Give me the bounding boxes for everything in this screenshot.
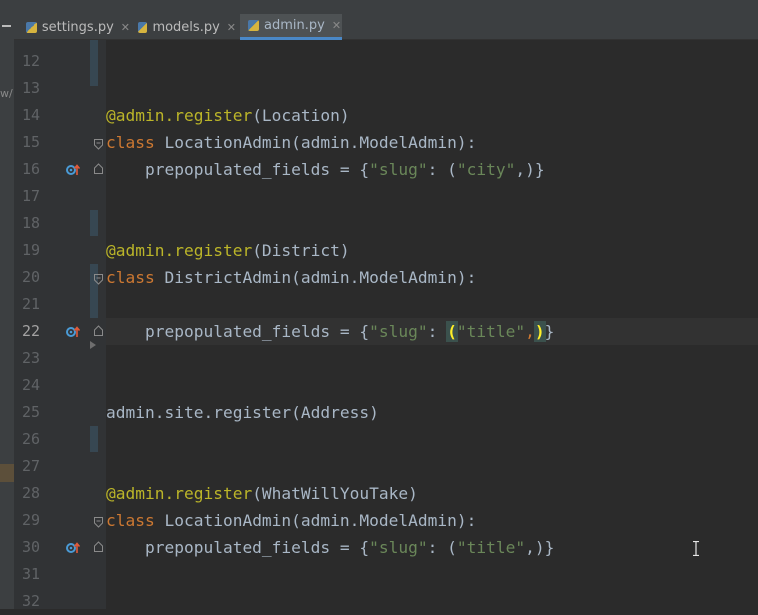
change-marker[interactable]: [90, 264, 98, 318]
keyword: class: [106, 133, 155, 152]
tab-label: settings.py: [41, 19, 114, 35]
code-text: (Location): [252, 106, 350, 125]
line-number: 18: [21, 214, 40, 232]
line-number: 30: [21, 538, 40, 556]
tab-admin-py[interactable]: admin.py ✕: [240, 14, 342, 40]
override-method-icon[interactable]: [66, 324, 80, 338]
code-text: ,)}: [515, 160, 545, 179]
line-number: 27: [21, 457, 40, 475]
code-text: prepopulated_fields = {: [106, 322, 370, 341]
override-method-icon[interactable]: [66, 162, 80, 176]
fold-marker-icon[interactable]: [94, 139, 103, 150]
string-literal: "title": [456, 322, 526, 341]
code-text: ,)}: [525, 538, 555, 557]
code-text: prepopulated_fields = {: [106, 538, 370, 557]
tab-settings-py[interactable]: settings.py ✕: [18, 14, 130, 40]
line-number: 12: [21, 52, 40, 70]
code-text: admin.site.register(Address): [106, 403, 379, 422]
string-literal: "slug": [369, 538, 428, 557]
change-marker[interactable]: [90, 426, 98, 452]
change-marker[interactable]: [90, 40, 98, 86]
code-text: prepopulated_fields = {: [106, 160, 370, 179]
tab-models-py[interactable]: models.py ✕: [132, 14, 236, 40]
code-text: LocationAdmin(admin.ModelAdmin):: [154, 133, 477, 152]
line-number: 26: [21, 430, 40, 448]
project-path-fragment: w/: [0, 87, 13, 100]
line-number: 15: [21, 133, 40, 151]
string-literal: "city": [456, 160, 516, 179]
line-number: 16: [21, 160, 40, 178]
code-text: DistrictAdmin(admin.ModelAdmin):: [154, 268, 477, 287]
string-literal: "slug": [369, 160, 428, 179]
fold-marker-icon[interactable]: [94, 325, 103, 336]
code-line-29[interactable]: class LocationAdmin(admin.ModelAdmin):: [106, 507, 476, 534]
code-text: :: [427, 322, 448, 341]
code-line-22[interactable]: prepopulated_fields = {"slug": ("title",…: [106, 318, 554, 345]
code-line-16[interactable]: prepopulated_fields = {"slug": ("city",)…: [106, 156, 545, 183]
line-number: 20: [21, 268, 40, 286]
line-number: 19: [21, 241, 40, 259]
code-line-15[interactable]: class LocationAdmin(admin.ModelAdmin):: [106, 129, 476, 156]
keyword: class: [106, 511, 155, 530]
change-marker[interactable]: [90, 210, 98, 236]
code-line-25[interactable]: admin.site.register(Address): [106, 399, 379, 426]
python-file-icon: [248, 20, 259, 31]
comma: ,: [525, 322, 535, 341]
fold-marker-icon[interactable]: [94, 163, 103, 174]
line-number: 21: [21, 295, 40, 313]
code-line-20[interactable]: class DistrictAdmin(admin.ModelAdmin):: [106, 264, 476, 291]
line-number: 14: [21, 106, 40, 124]
line-number: 31: [21, 565, 40, 583]
close-icon[interactable]: ✕: [121, 21, 130, 34]
code-text: : (: [427, 538, 457, 557]
close-icon[interactable]: ✕: [332, 19, 341, 32]
code-text: : (: [427, 160, 457, 179]
line-number: 32: [21, 592, 40, 610]
fold-marker-icon[interactable]: [94, 274, 103, 285]
line-number: 13: [21, 79, 40, 97]
keyword: class: [106, 268, 155, 287]
code-line-30[interactable]: prepopulated_fields = {"slug": ("title",…: [106, 534, 554, 561]
close-icon[interactable]: ✕: [227, 21, 236, 34]
editor-tab-bar: settings.py ✕ models.py ✕ admin.py ✕: [0, 0, 758, 40]
tab-label: models.py: [152, 19, 220, 35]
collapse-arrow-icon[interactable]: [89, 341, 97, 349]
line-number: 25: [21, 403, 40, 421]
code-text: LocationAdmin(admin.ModelAdmin):: [154, 511, 477, 530]
line-number: 24: [21, 376, 40, 394]
override-method-icon[interactable]: [66, 540, 80, 554]
line-number-current: 22: [21, 322, 40, 340]
tab-label: admin.py: [264, 18, 325, 33]
fold-marker-icon[interactable]: [94, 517, 103, 528]
line-number: 17: [21, 187, 40, 205]
code-line-19[interactable]: @admin.register(District): [106, 237, 350, 264]
minimize-icon[interactable]: [2, 25, 11, 27]
code-line-14[interactable]: @admin.register(Location): [106, 102, 350, 129]
code-text: }: [544, 322, 555, 341]
text-cursor-icon: [693, 541, 699, 556]
code-line-28[interactable]: @admin.register(WhatWillYouTake): [106, 480, 418, 507]
string-literal: "title": [456, 538, 526, 557]
matched-paren-open: (: [446, 321, 458, 342]
line-number: 28: [21, 484, 40, 502]
python-file-icon: [138, 21, 148, 33]
decorator: @admin.register: [106, 484, 253, 503]
structure-marker: [0, 464, 14, 482]
tool-strip-corner[interactable]: [0, 0, 14, 40]
line-number: 29: [21, 511, 40, 529]
code-text: (District): [252, 241, 350, 260]
decorator: @admin.register: [106, 106, 253, 125]
code-text: (WhatWillYouTake): [252, 484, 418, 503]
line-number: 23: [21, 349, 40, 367]
string-literal: "slug": [369, 322, 428, 341]
left-tool-strip: w/: [0, 40, 14, 609]
matched-paren-close: ): [533, 321, 546, 342]
python-file-icon: [26, 21, 37, 33]
fold-marker-icon[interactable]: [94, 541, 103, 552]
decorator: @admin.register: [106, 241, 253, 260]
